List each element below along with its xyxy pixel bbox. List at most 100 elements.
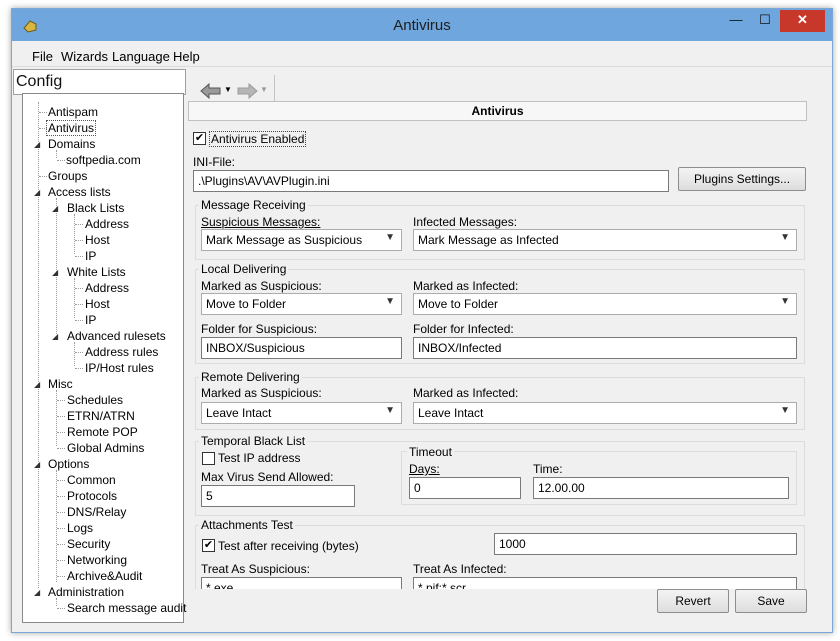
antivirus-enabled-checkbox[interactable]: ✔ bbox=[193, 132, 206, 145]
tree-item-misc[interactable]: Misc bbox=[48, 377, 73, 391]
local-marked-suspicious-value: Move to Folder bbox=[206, 297, 287, 311]
tree-item-options[interactable]: Options bbox=[48, 457, 89, 471]
tree-item-access-lists[interactable]: Access lists bbox=[48, 185, 111, 199]
title-bar: Antivirus — ☐ ✕ bbox=[12, 9, 832, 41]
tree-item-administration[interactable]: Administration bbox=[48, 585, 124, 599]
time-label: Time: bbox=[533, 462, 563, 476]
forward-dropdown-icon[interactable]: ▼ bbox=[260, 85, 268, 94]
test-after-receiving-checkbox[interactable]: ✔ bbox=[202, 539, 215, 552]
tree-item-search-message-audit[interactable]: Search message audit bbox=[67, 601, 186, 615]
ini-file-input[interactable]: .\Plugins\AV\AVPlugin.ini bbox=[193, 170, 669, 192]
treat-suspicious-input[interactable]: *.exe bbox=[201, 577, 402, 589]
panel-title: Antivirus bbox=[188, 101, 807, 121]
tree-item-logs[interactable]: Logs bbox=[67, 521, 93, 535]
close-button[interactable]: ✕ bbox=[780, 10, 825, 32]
chevron-down-icon: ▼ bbox=[780, 232, 790, 243]
tree-item-softpedia-com[interactable]: softpedia.com bbox=[66, 153, 141, 167]
tree-item-ip-host-rules[interactable]: IP/Host rules bbox=[85, 361, 154, 375]
suspicious-messages-value: Mark Message as Suspicious bbox=[206, 233, 363, 247]
maximize-icon: ☐ bbox=[759, 12, 771, 27]
tree-item-domains[interactable]: Domains bbox=[48, 137, 95, 151]
folder-infected-label: Folder for Infected: bbox=[413, 322, 514, 336]
tree-item-white-lists[interactable]: White Lists bbox=[67, 265, 126, 279]
back-dropdown-icon[interactable]: ▼ bbox=[224, 85, 232, 94]
collapse-icon[interactable]: ◢ bbox=[52, 332, 58, 341]
tree-item-groups[interactable]: Groups bbox=[48, 169, 87, 183]
suspicious-messages-select[interactable]: Mark Message as Suspicious ▼ bbox=[201, 229, 402, 251]
ini-file-label: INI-File: bbox=[193, 155, 235, 169]
menu-help[interactable]: Help bbox=[173, 49, 200, 64]
tree-item-white-ip[interactable]: IP bbox=[85, 313, 96, 327]
collapse-icon[interactable]: ◢ bbox=[34, 188, 40, 197]
remote-marked-infected-select[interactable]: Leave Intact ▼ bbox=[413, 402, 797, 424]
tree-item-black-lists[interactable]: Black Lists bbox=[67, 201, 124, 215]
tree-item-security[interactable]: Security bbox=[67, 537, 110, 551]
tree-item-black-host[interactable]: Host bbox=[85, 233, 110, 247]
remote-marked-infected-label: Marked as Infected: bbox=[413, 386, 519, 400]
close-icon: ✕ bbox=[797, 12, 808, 27]
collapse-icon[interactable]: ◢ bbox=[34, 460, 40, 469]
antivirus-panel: ✔ Antivirus Enabled INI-File: .\Plugins\… bbox=[188, 121, 807, 589]
window-title: Antivirus bbox=[393, 17, 451, 34]
forward-arrow-icon[interactable] bbox=[236, 82, 258, 100]
max-virus-input[interactable]: 5 bbox=[201, 485, 355, 507]
local-marked-infected-label: Marked as Infected: bbox=[413, 279, 519, 293]
bytes-input[interactable]: 1000 bbox=[494, 533, 797, 555]
tree-item-white-host[interactable]: Host bbox=[85, 297, 110, 311]
folder-infected-input[interactable]: INBOX/Infected bbox=[413, 337, 797, 359]
infected-messages-value: Mark Message as Infected bbox=[418, 233, 559, 247]
menu-bar: File Wizards Language Help bbox=[12, 41, 832, 67]
folder-suspicious-input[interactable]: INBOX/Suspicious bbox=[201, 337, 402, 359]
collapse-icon[interactable]: ◢ bbox=[34, 380, 40, 389]
treat-infected-input[interactable]: *.pif;*.scr bbox=[413, 577, 797, 589]
collapse-icon[interactable]: ◢ bbox=[52, 204, 58, 213]
test-ip-checkbox[interactable] bbox=[202, 452, 215, 465]
tree-item-networking[interactable]: Networking bbox=[67, 553, 127, 567]
chevron-down-icon: ▼ bbox=[780, 296, 790, 307]
chevron-down-icon: ▼ bbox=[385, 232, 395, 243]
infected-messages-select[interactable]: Mark Message as Infected ▼ bbox=[413, 229, 797, 251]
tree-item-common[interactable]: Common bbox=[67, 473, 116, 487]
back-arrow-icon[interactable] bbox=[200, 82, 222, 100]
menu-language[interactable]: Language bbox=[112, 49, 170, 64]
days-input[interactable]: 0 bbox=[409, 477, 521, 499]
main-window: Antivirus — ☐ ✕ File Wizards Language He… bbox=[11, 8, 833, 633]
treat-suspicious-label: Treat As Suspicious: bbox=[201, 562, 310, 576]
menu-wizards[interactable]: Wizards bbox=[61, 49, 108, 64]
chevron-down-icon: ▼ bbox=[385, 296, 395, 307]
tree-item-black-ip[interactable]: IP bbox=[85, 249, 96, 263]
tree-item-etrn-atrn[interactable]: ETRN/ATRN bbox=[67, 409, 135, 423]
max-virus-label: Max Virus Send Allowed: bbox=[201, 470, 334, 484]
menu-file[interactable]: File bbox=[32, 49, 53, 64]
tree-item-antispam[interactable]: Antispam bbox=[48, 105, 98, 119]
tree-item-white-address[interactable]: Address bbox=[85, 281, 129, 295]
tree-item-archive-audit[interactable]: Archive&Audit bbox=[67, 569, 142, 583]
minimize-button[interactable]: — bbox=[722, 10, 750, 32]
treat-infected-label: Treat As Infected: bbox=[413, 562, 507, 576]
collapse-icon[interactable]: ◢ bbox=[52, 268, 58, 277]
remote-marked-suspicious-value: Leave Intact bbox=[206, 406, 272, 420]
message-receiving-title: Message Receiving bbox=[199, 198, 308, 212]
tree-item-black-address[interactable]: Address bbox=[85, 217, 129, 231]
collapse-icon[interactable]: ◢ bbox=[34, 140, 40, 149]
tree-item-address-rules[interactable]: Address rules bbox=[85, 345, 158, 359]
local-marked-infected-select[interactable]: Move to Folder ▼ bbox=[413, 293, 797, 315]
days-label: Days: bbox=[409, 462, 440, 476]
tree-item-schedules[interactable]: Schedules bbox=[67, 393, 123, 407]
tree-item-antivirus[interactable]: Antivirus bbox=[46, 120, 97, 136]
tree-item-global-admins[interactable]: Global Admins bbox=[67, 441, 144, 455]
tree-item-dns-relay[interactable]: DNS/Relay bbox=[67, 505, 126, 519]
tree-item-protocols[interactable]: Protocols bbox=[67, 489, 117, 503]
collapse-icon[interactable]: ◢ bbox=[34, 588, 40, 597]
revert-button[interactable]: Revert bbox=[657, 589, 729, 613]
tree-item-remote-pop[interactable]: Remote POP bbox=[67, 425, 138, 439]
remote-marked-suspicious-select[interactable]: Leave Intact ▼ bbox=[201, 402, 402, 424]
tree-item-advanced-rulesets[interactable]: Advanced rulesets bbox=[67, 329, 166, 343]
save-button[interactable]: Save bbox=[735, 589, 807, 613]
local-marked-suspicious-select[interactable]: Move to Folder ▼ bbox=[201, 293, 402, 315]
time-input[interactable]: 12.00.00 bbox=[533, 477, 789, 499]
maximize-button[interactable]: ☐ bbox=[752, 10, 778, 32]
suspicious-messages-label: Suspicious Messages: bbox=[201, 215, 321, 229]
config-tree: Antispam Antivirus ◢ Domains softpedia.c… bbox=[22, 93, 186, 623]
plugins-settings-button[interactable]: Plugins Settings... bbox=[678, 167, 806, 191]
